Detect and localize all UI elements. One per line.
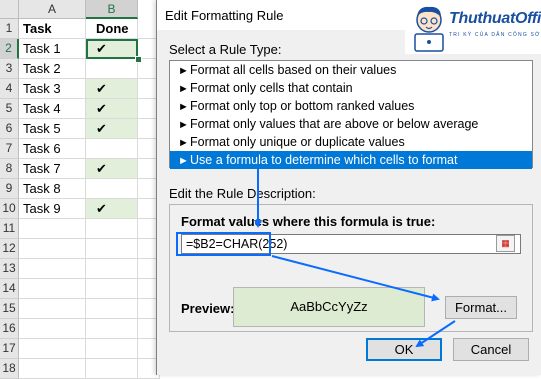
row-header[interactable]: 9 — [0, 179, 19, 199]
ok-button[interactable]: OK — [366, 338, 442, 361]
formula-label: Format values where this formula is true… — [181, 214, 436, 229]
done-cell[interactable] — [86, 259, 138, 279]
done-cell[interactable] — [86, 299, 138, 319]
rule-type-label: Format only cells that contain — [190, 81, 353, 95]
task-cell[interactable]: Task 5 — [19, 119, 86, 139]
row-header[interactable]: 6 — [0, 119, 19, 139]
rule-type-label: Format all cells based on their values — [190, 63, 397, 77]
logo-name: ThuthuatOffice — [449, 10, 541, 27]
formula-highlight — [176, 232, 271, 256]
edit-description-label: Edit the Rule Description: — [169, 186, 316, 201]
done-cell[interactable]: ✔ — [86, 119, 138, 139]
rule-type-label: Format only unique or duplicate values — [190, 135, 405, 149]
row-header[interactable]: 3 — [0, 59, 19, 79]
task-cell[interactable] — [19, 359, 86, 379]
row-header[interactable]: 1 — [0, 19, 19, 39]
rule-type-item[interactable]: ►Format only top or bottom ranked values — [170, 97, 532, 115]
task-cell[interactable] — [19, 319, 86, 339]
row-header[interactable]: 2 — [0, 39, 19, 59]
collapse-dialog-button[interactable]: ▦ — [496, 235, 515, 252]
done-cell[interactable]: ✔ — [86, 199, 138, 219]
task-cell[interactable] — [19, 219, 86, 239]
mascot-icon — [414, 6, 444, 52]
done-cell[interactable]: ✔ — [86, 79, 138, 99]
rule-type-list[interactable]: ►Format all cells based on their values ►… — [169, 60, 533, 169]
select-all-corner[interactable] — [0, 0, 19, 19]
task-cell[interactable] — [19, 299, 86, 319]
spreadsheet: A B 1 Task Done 2 Task 1 ✔ 3 Task 2 4 Task 3 ✔ 5 Tas… — [0, 0, 160, 379]
task-cell[interactable]: Task 6 — [19, 139, 86, 159]
active-cell-selection — [86, 39, 138, 59]
task-cell[interactable]: Task 7 — [19, 159, 86, 179]
done-cell[interactable] — [86, 339, 138, 359]
task-cell[interactable] — [19, 239, 86, 259]
format-button[interactable]: Format... — [445, 296, 517, 319]
row-header[interactable]: 8 — [0, 159, 19, 179]
bullet-arrow-icon: ► — [178, 101, 189, 113]
task-cell[interactable]: Task 9 — [19, 199, 86, 219]
row-header[interactable]: 16 — [0, 319, 19, 339]
task-cell[interactable] — [19, 259, 86, 279]
task-cell[interactable] — [19, 339, 86, 359]
preview-box: AaBbCcYyZz — [233, 287, 425, 327]
bullet-arrow-icon: ► — [178, 137, 189, 149]
fill-handle[interactable] — [135, 56, 142, 63]
task-cell[interactable]: Task 4 — [19, 99, 86, 119]
row-header[interactable]: 10 — [0, 199, 19, 219]
header-cell-task[interactable]: Task — [19, 19, 86, 39]
rule-type-item[interactable]: ►Format all cells based on their values — [170, 61, 532, 79]
done-cell[interactable] — [86, 359, 138, 379]
logo-tagline: TRI KỲ CỦA DÂN CÔNG SỞ — [449, 32, 541, 38]
rule-type-item[interactable]: ►Format only values that are above or be… — [170, 115, 532, 133]
done-cell[interactable] — [86, 219, 138, 239]
task-cell[interactable]: Task 1 — [19, 39, 86, 59]
done-cell[interactable] — [86, 179, 138, 199]
row-header[interactable]: 4 — [0, 79, 19, 99]
rule-type-item[interactable]: ►Format only unique or duplicate values — [170, 133, 532, 151]
task-cell[interactable]: Task 3 — [19, 79, 86, 99]
bullet-arrow-icon: ► — [178, 65, 189, 77]
done-cell[interactable] — [86, 139, 138, 159]
header-cell-done[interactable]: Done — [86, 19, 138, 39]
done-cell[interactable] — [86, 59, 138, 79]
rule-type-label: Format only values that are above or bel… — [190, 117, 479, 131]
rule-type-item[interactable]: ►Use a formula to determine which cells … — [170, 151, 532, 169]
preview-label: Preview: — [181, 301, 235, 316]
row-header[interactable]: 11 — [0, 219, 19, 239]
rule-type-label: Use a formula to determine which cells t… — [190, 153, 458, 167]
row-header[interactable]: 14 — [0, 279, 19, 299]
done-cell[interactable]: ✔ — [86, 159, 138, 179]
cancel-button[interactable]: Cancel — [453, 338, 529, 361]
bullet-arrow-icon: ► — [178, 119, 189, 131]
column-header-b[interactable]: B — [86, 0, 138, 19]
task-cell[interactable]: Task 8 — [19, 179, 86, 199]
done-cell[interactable] — [86, 279, 138, 299]
bullet-arrow-icon: ► — [178, 155, 189, 167]
row-header[interactable]: 13 — [0, 259, 19, 279]
task-cell[interactable] — [19, 279, 86, 299]
row-header[interactable]: 17 — [0, 339, 19, 359]
task-cell[interactable]: Task 2 — [19, 59, 86, 79]
select-rule-type-label: Select a Rule Type: — [169, 42, 282, 57]
dialog-title: Edit Formatting Rule — [165, 8, 284, 23]
column-header-a[interactable]: A — [19, 0, 86, 19]
row-header[interactable]: 7 — [0, 139, 19, 159]
row-header[interactable]: 5 — [0, 99, 19, 119]
row-header[interactable]: 12 — [0, 239, 19, 259]
done-cell[interactable]: ✔ — [86, 99, 138, 119]
edit-formatting-rule-dialog: Edit Formatting Rule ? ✕ ThuthuatOffice … — [156, 0, 541, 375]
row-header[interactable]: 15 — [0, 299, 19, 319]
rule-type-item[interactable]: ►Format only cells that contain — [170, 79, 532, 97]
thuthuatoffice-logo: ThuthuatOffice TRI KỲ CỦA DÂN CÔNG SỞ — [405, 2, 541, 54]
done-cell[interactable] — [86, 319, 138, 339]
bullet-arrow-icon: ► — [178, 83, 189, 95]
rule-type-label: Format only top or bottom ranked values — [190, 99, 415, 113]
done-cell[interactable] — [86, 239, 138, 259]
row-header[interactable]: 18 — [0, 359, 19, 379]
